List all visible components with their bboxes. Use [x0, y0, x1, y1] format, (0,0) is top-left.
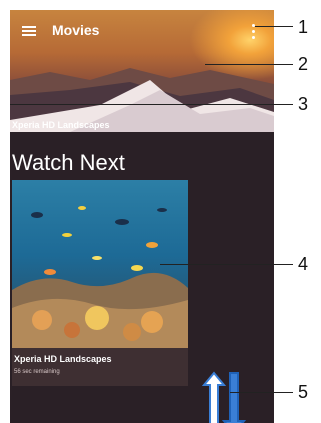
callout-number-3: 3 [298, 94, 309, 114]
featured-banner[interactable]: Movies Xperia HD Landscapes [10, 10, 274, 132]
callout-number-5: 5 [298, 382, 309, 402]
callout-line-3 [10, 104, 293, 105]
card-info[interactable]: Xperia HD Landscapes 56 sec remaining [12, 348, 188, 386]
section-title: Watch Next [12, 150, 125, 175]
callout-line-1 [255, 26, 293, 27]
featured-title: Xperia HD Landscapes [12, 120, 110, 130]
callout-number-2: 2 [298, 54, 309, 74]
top-app-bar: Movies [10, 10, 274, 50]
hamburger-menu-icon[interactable] [22, 26, 36, 36]
card-title: Xperia HD Landscapes [14, 354, 112, 364]
watch-next-card[interactable]: Xperia HD Landscapes 56 sec remaining [12, 180, 188, 386]
drag-updown-icon[interactable] [200, 365, 250, 423]
callout-number-1: 1 [298, 17, 309, 37]
callout-line-5 [230, 392, 293, 393]
app-title: Movies [52, 22, 100, 38]
phone-screen: Movies Xperia HD Landscapes Watch Next X… [10, 10, 274, 423]
callout-line-2 [205, 64, 293, 65]
callout-number-4: 4 [298, 254, 309, 274]
callout-line-4 [160, 264, 293, 265]
card-remaining-time: 56 sec remaining [14, 369, 60, 375]
